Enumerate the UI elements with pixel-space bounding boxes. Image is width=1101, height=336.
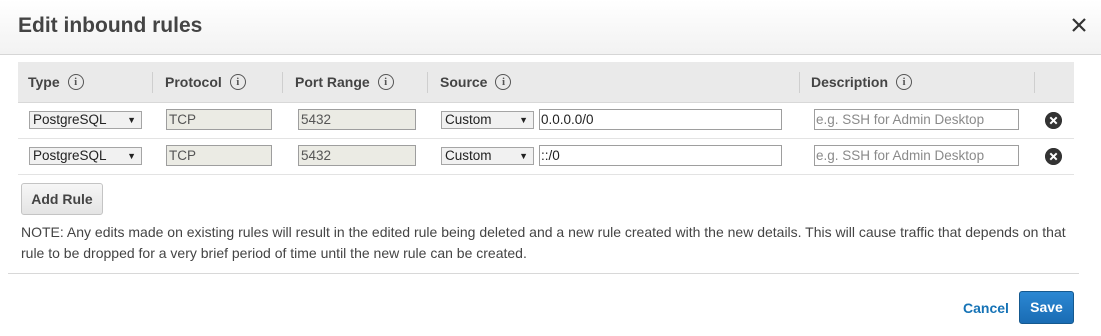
dialog-header: Edit inbound rules bbox=[0, 0, 1101, 55]
table-header: Type i Protocol i Port Range i Source i Desc… bbox=[18, 62, 1074, 103]
source-cidr-input[interactable] bbox=[539, 109, 782, 130]
dropdown-arrow-icon: ▼ bbox=[127, 151, 136, 161]
source-header: Source i bbox=[440, 62, 512, 102]
description-input[interactable] bbox=[814, 145, 1019, 166]
source-type-select[interactable]: Custom ▼ bbox=[441, 147, 534, 165]
info-icon[interactable]: i bbox=[67, 73, 84, 90]
protocol-header: Protocol i bbox=[165, 62, 246, 102]
table-row: PostgreSQL ▼ TCP 5432 Custom ▼ bbox=[18, 103, 1074, 139]
header-divider bbox=[799, 72, 800, 93]
header-divider bbox=[282, 72, 283, 93]
type-select[interactable]: PostgreSQL ▼ bbox=[29, 147, 142, 165]
add-rule-button[interactable]: Add Rule bbox=[21, 183, 103, 215]
type-select[interactable]: PostgreSQL ▼ bbox=[29, 111, 142, 129]
dropdown-arrow-icon: ▼ bbox=[127, 115, 136, 125]
description-input[interactable] bbox=[814, 109, 1019, 130]
source-type-select[interactable]: Custom ▼ bbox=[441, 111, 534, 129]
protocol-field: TCP bbox=[166, 109, 272, 130]
info-icon[interactable]: i bbox=[896, 73, 913, 90]
port-range-header: Port Range i bbox=[295, 62, 394, 102]
header-divider bbox=[152, 72, 153, 93]
protocol-field: TCP bbox=[166, 145, 272, 166]
info-icon[interactable]: i bbox=[229, 73, 246, 90]
type-header: Type i bbox=[28, 62, 84, 102]
header-divider bbox=[1034, 72, 1035, 93]
cancel-button[interactable]: Cancel bbox=[963, 300, 1009, 316]
header-divider bbox=[427, 72, 428, 93]
table-row: PostgreSQL ▼ TCP 5432 Custom ▼ bbox=[18, 139, 1074, 175]
port-range-field: 5432 bbox=[298, 109, 416, 130]
info-icon[interactable]: i bbox=[377, 73, 394, 90]
delete-rule-icon[interactable] bbox=[1045, 112, 1062, 129]
description-header: Description i bbox=[811, 62, 913, 102]
dialog-title: Edit inbound rules bbox=[18, 14, 203, 37]
delete-rule-icon[interactable] bbox=[1045, 148, 1062, 165]
port-range-field: 5432 bbox=[298, 145, 416, 166]
edit-rules-note: NOTE: Any edits made on existing rules w… bbox=[21, 224, 1066, 261]
close-icon[interactable] bbox=[1071, 17, 1087, 33]
info-icon[interactable]: i bbox=[495, 73, 512, 90]
save-button[interactable]: Save bbox=[1019, 291, 1074, 324]
source-cidr-input[interactable] bbox=[539, 145, 782, 166]
dropdown-arrow-icon: ▼ bbox=[519, 151, 528, 161]
dropdown-arrow-icon: ▼ bbox=[519, 115, 528, 125]
footer-divider bbox=[8, 273, 1079, 274]
